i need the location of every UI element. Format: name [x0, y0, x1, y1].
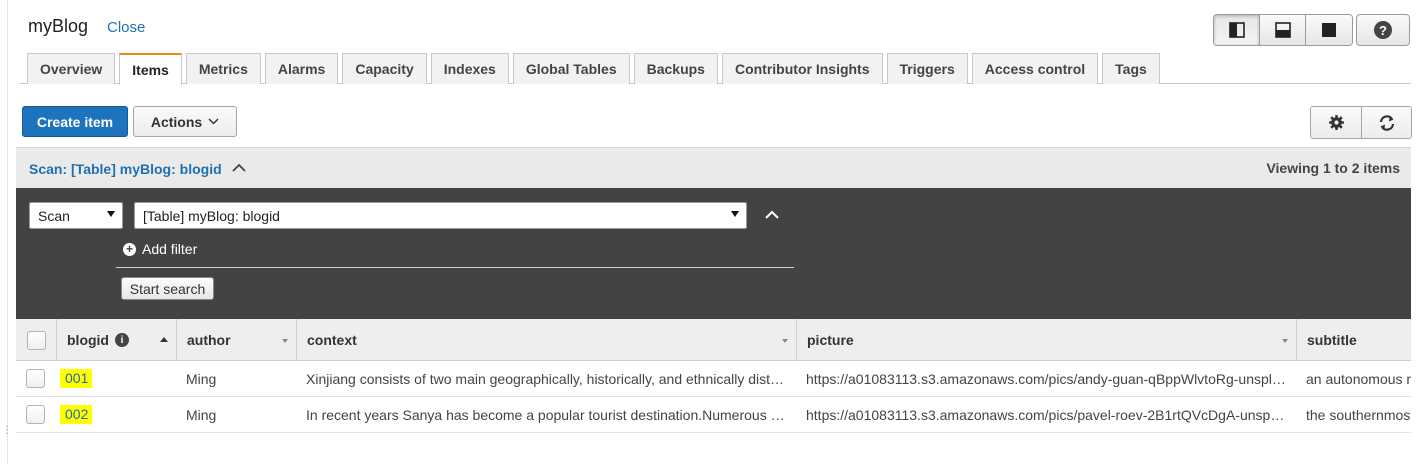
cell-subtitle: the southernmost city [1306, 397, 1411, 432]
tab-capacity[interactable]: Capacity [342, 53, 427, 84]
tab-tags[interactable]: Tags [1102, 53, 1160, 84]
picture-value: https://a01083113.s3.amazonaws.com/pics/… [806, 406, 1286, 423]
viewing-count: Viewing 1 to 2 items [1266, 160, 1400, 176]
resize-grip-icon[interactable]: ⋮ [2, 426, 12, 436]
cell-blogid: 001 [60, 361, 172, 396]
author-value: Ming [186, 406, 217, 423]
split-horizontal-icon [1274, 22, 1291, 38]
column-label-blogid: blogid [67, 332, 109, 348]
add-filter-label: Add filter [142, 241, 198, 257]
gear-icon [1328, 115, 1344, 130]
full-view-icon [1322, 23, 1336, 37]
chevron-down-icon [208, 118, 219, 125]
tab-items[interactable]: Items [119, 53, 182, 85]
tab-contributor-insights[interactable]: Contributor Insights [721, 53, 883, 84]
start-search-button[interactable]: Start search [121, 277, 214, 300]
scan-header: Scan: [Table] myBlog: blogid Viewing 1 t… [16, 147, 1411, 188]
cell-blogid: 002 [60, 397, 172, 432]
info-icon[interactable]: i [115, 333, 129, 347]
refresh-icon [1379, 114, 1394, 131]
scan-mode-value: Scan [38, 207, 70, 224]
context-value: Xinjiang consists of two main geographic… [306, 370, 786, 387]
table-select[interactable]: [Table] myBlog: blogid [134, 202, 747, 229]
actions-label: Actions [150, 113, 203, 130]
scan-mode-select[interactable]: Scan [29, 202, 123, 229]
select-all-checkbox[interactable] [26, 330, 46, 350]
create-item-button[interactable]: Create item [22, 106, 128, 137]
column-label-author: author [187, 332, 231, 348]
left-panel-edge [0, 0, 8, 464]
column-label-subtitle: subtitle [1307, 332, 1357, 348]
split-horizontal-button[interactable] [1260, 15, 1306, 45]
sort-arrow-icon [782, 339, 788, 343]
row-checkbox[interactable] [26, 405, 45, 424]
scan-filter-panel: Scan [Table] myBlog: blogid + Add filter… [16, 188, 1411, 319]
tab-indexes[interactable]: Indexes [430, 53, 509, 84]
table-select-value: [Table] myBlog: blogid [143, 207, 280, 224]
full-view-button[interactable] [1306, 15, 1352, 45]
cell-author: Ming [186, 361, 290, 396]
table-row[interactable]: 002 Ming In recent years Sanya has becom… [16, 397, 1411, 433]
tab-metrics[interactable]: Metrics [185, 53, 261, 84]
close-link[interactable]: Close [107, 19, 145, 36]
scan-title[interactable]: Scan: [Table] myBlog: blogid [29, 161, 222, 177]
tab-access-control[interactable]: Access control [971, 53, 1099, 84]
tab-overview[interactable]: Overview [27, 53, 116, 84]
row-select-cell [26, 397, 56, 432]
plus-circle-icon: + [123, 242, 136, 256]
column-label-picture: picture [807, 332, 854, 348]
subtitle-value: an autonomous region [1306, 370, 1411, 387]
table-row[interactable]: 001 Ming Xinjiang consists of two main g… [16, 361, 1411, 397]
row-checkbox[interactable] [26, 369, 45, 388]
tab-backups[interactable]: Backups [633, 53, 718, 84]
cell-picture: https://a01083113.s3.amazonaws.com/pics/… [806, 397, 1286, 432]
author-value: Ming [186, 370, 217, 387]
view-mode-group [1213, 14, 1353, 46]
actions-button[interactable]: Actions [133, 106, 237, 137]
tab-bar: Overview Items Metrics Alarms Capacity I… [27, 53, 1164, 85]
sort-ascending-icon [160, 337, 168, 342]
dropdown-arrow-icon [107, 211, 115, 217]
column-header-picture[interactable]: picture [796, 319, 1296, 361]
sort-arrow-icon [282, 339, 288, 343]
column-header-subtitle[interactable]: subtitle [1296, 319, 1411, 361]
column-header-context[interactable]: context [296, 319, 796, 361]
cell-context: Xinjiang consists of two main geographic… [306, 361, 786, 396]
split-vertical-icon [1228, 22, 1245, 38]
split-vertical-button[interactable] [1214, 15, 1260, 45]
row-select-cell [26, 361, 56, 396]
cell-author: Ming [186, 397, 290, 432]
refresh-button[interactable] [1361, 107, 1411, 138]
cell-picture: https://a01083113.s3.amazonaws.com/pics/… [806, 361, 1286, 396]
chevron-up-icon[interactable] [232, 163, 246, 172]
add-filter-button[interactable]: + Add filter [123, 241, 197, 257]
subtitle-value: the southernmost city [1306, 406, 1411, 423]
cell-subtitle: an autonomous region [1306, 361, 1411, 396]
tab-global-tables[interactable]: Global Tables [512, 53, 630, 84]
column-header-blogid[interactable]: blogid i [56, 319, 176, 361]
column-label-context: context [307, 332, 357, 348]
help-button[interactable]: ? [1356, 14, 1410, 46]
column-header-author[interactable]: author [176, 319, 296, 361]
select-all-cell [16, 319, 56, 361]
tab-alarms[interactable]: Alarms [264, 53, 339, 84]
page-title: myBlog [28, 16, 89, 36]
blogid-link[interactable]: 002 [60, 405, 93, 424]
context-value: In recent years Sanya has become a popul… [306, 406, 786, 423]
help-icon: ? [1374, 21, 1392, 39]
tab-triggers[interactable]: Triggers [886, 53, 968, 84]
table-header: blogid i author context picture subtitle [16, 319, 1411, 361]
collapse-panel-icon[interactable] [764, 209, 780, 219]
sort-arrow-icon [1282, 339, 1288, 343]
cell-context: In recent years Sanya has become a popul… [306, 397, 786, 432]
picture-value: https://a01083113.s3.amazonaws.com/pics/… [806, 370, 1286, 387]
table-tools [1310, 106, 1412, 139]
blogid-link[interactable]: 001 [60, 369, 93, 388]
dropdown-arrow-icon [731, 211, 739, 217]
settings-button[interactable] [1311, 107, 1361, 138]
filter-divider [116, 267, 794, 268]
